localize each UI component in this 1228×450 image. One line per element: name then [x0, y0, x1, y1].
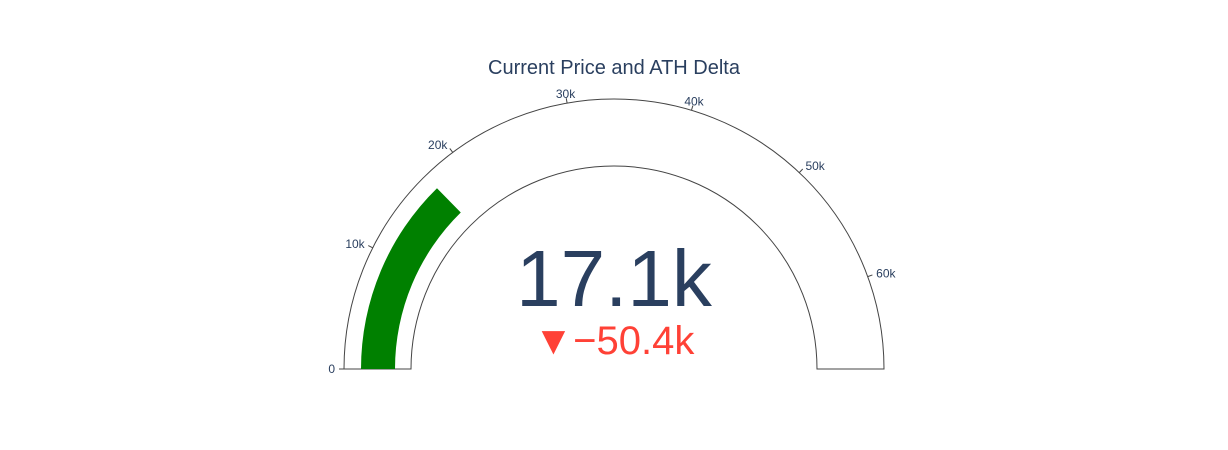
gauge-delta: ▼−50.4k [534, 319, 696, 363]
gauge-value: 17.1k [516, 234, 713, 323]
tick-label: 50k [805, 159, 825, 173]
tick-mark [798, 168, 804, 173]
tick-label: 30k [556, 87, 576, 101]
tick-label: 40k [684, 95, 704, 109]
tick-mark [449, 148, 454, 153]
tick-label: 20k [428, 138, 448, 152]
tick-mark [368, 245, 373, 249]
chart-title: Current Price and ATH Delta [488, 57, 741, 79]
gauge-chart: Current Price and ATH Delta 0 10k 20k 30k 40… [328, 57, 896, 376]
tick-label: 0 [328, 362, 335, 376]
tick-mark [867, 274, 873, 278]
tick-label: 60k [876, 267, 896, 281]
tick-label: 10k [345, 237, 365, 251]
